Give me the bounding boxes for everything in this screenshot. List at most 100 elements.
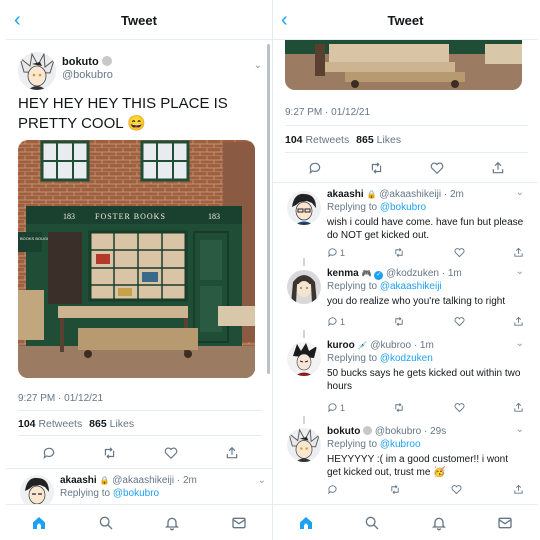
retweet-label[interactable]: Retweets bbox=[305, 134, 349, 146]
tweet-text: HEY HEY HEY THIS PLACE IS PRETTY COOL 😄 bbox=[18, 95, 228, 132]
retweet-count[interactable]: 104 bbox=[285, 134, 303, 146]
like-icon[interactable] bbox=[454, 402, 465, 413]
reply-author-handle[interactable]: @akaashikeiji bbox=[379, 189, 441, 200]
page-title: Tweet bbox=[387, 13, 424, 28]
reply-item[interactable]: kenma 🎮 ✓ @kodzuken · 1m Replying to @ak… bbox=[273, 258, 538, 334]
replying-to-link[interactable]: @bokubro bbox=[113, 488, 159, 499]
retweet-icon[interactable] bbox=[102, 445, 118, 461]
home-icon[interactable] bbox=[28, 512, 50, 534]
messages-icon[interactable] bbox=[494, 512, 516, 534]
reply-author-handle[interactable]: @kubroo bbox=[370, 340, 411, 351]
like-label[interactable]: Likes bbox=[110, 418, 135, 430]
thread-line bbox=[303, 416, 305, 424]
reply-author-name[interactable]: bokuto bbox=[327, 426, 360, 437]
messages-icon[interactable] bbox=[228, 512, 250, 534]
share-icon[interactable] bbox=[224, 445, 240, 461]
like-icon[interactable] bbox=[451, 484, 462, 495]
chevron-down-icon[interactable]: ⌄ bbox=[254, 60, 262, 71]
retweet-label[interactable]: Retweets bbox=[38, 418, 82, 430]
like-count[interactable]: 865 bbox=[89, 418, 107, 430]
chevron-down-icon[interactable]: ⌄ bbox=[516, 266, 524, 277]
bokuto-avatar[interactable] bbox=[287, 428, 321, 462]
replying-to-link[interactable]: @kodzuken bbox=[380, 353, 433, 364]
share-icon[interactable] bbox=[513, 402, 524, 413]
lock-icon: 🔒 bbox=[366, 190, 377, 199]
reply-author-name[interactable]: kuroo bbox=[327, 340, 355, 351]
reply-icon[interactable] bbox=[307, 160, 323, 176]
reply-time: · 2m bbox=[443, 189, 464, 200]
notifications-icon[interactable] bbox=[428, 512, 450, 534]
retweet-icon[interactable] bbox=[389, 484, 401, 495]
reply-author-name[interactable]: akaashi bbox=[327, 189, 364, 200]
notifications-icon[interactable] bbox=[161, 512, 183, 534]
reply-item[interactable]: bokuto @bokubro · 29s Replying to @kubro… bbox=[273, 416, 538, 504]
reply-icon[interactable]: 1 bbox=[327, 247, 345, 258]
left-screen: ‹ Tweet bokuto @bokubro ⌄ HEY HEY HEY TH… bbox=[6, 0, 272, 540]
reply-actions: 1 bbox=[327, 316, 524, 327]
tweet-actions bbox=[285, 156, 528, 180]
chevron-down-icon[interactable]: ⌄ bbox=[516, 424, 524, 435]
reply-icon[interactable]: 1 bbox=[327, 316, 345, 327]
scrollbar[interactable] bbox=[267, 44, 270, 374]
like-icon[interactable] bbox=[429, 160, 445, 176]
reply-preview[interactable]: akaashi 🔒 @akaashikeiji · 2m Replying to… bbox=[6, 468, 272, 509]
bottom-tab-bar bbox=[273, 504, 538, 540]
kuroo-avatar[interactable] bbox=[287, 342, 321, 376]
like-count[interactable]: 865 bbox=[356, 134, 374, 146]
like-icon[interactable] bbox=[163, 445, 179, 461]
akaashi-avatar[interactable] bbox=[287, 191, 321, 225]
thread-line bbox=[303, 258, 305, 266]
reply-count: 1 bbox=[340, 247, 346, 258]
reply-author-name[interactable]: akaashi bbox=[60, 475, 97, 486]
like-icon[interactable] bbox=[454, 247, 465, 258]
reply-author-name[interactable]: kenma bbox=[327, 268, 359, 279]
replying-to-link[interactable]: @akaashikeiji bbox=[380, 281, 442, 292]
reply-item[interactable]: kuroo 💉 @kubroo · 1m Replying to @kodzuk… bbox=[273, 330, 538, 420]
reply-icon[interactable] bbox=[327, 484, 338, 495]
replying-to-link[interactable]: @kubroo bbox=[380, 439, 421, 450]
replying-label: Replying to bbox=[327, 439, 378, 450]
reply-author-handle[interactable]: @kodzuken bbox=[386, 268, 439, 279]
top-bar: ‹ Tweet bbox=[273, 0, 538, 40]
retweet-count[interactable]: 104 bbox=[18, 418, 36, 430]
search-icon[interactable] bbox=[361, 512, 383, 534]
search-icon[interactable] bbox=[95, 512, 117, 534]
like-icon[interactable] bbox=[454, 316, 465, 327]
retweet-icon[interactable] bbox=[393, 316, 405, 327]
tweet-photo-cropped[interactable] bbox=[285, 40, 522, 90]
reply-icon[interactable]: 1 bbox=[327, 402, 345, 413]
chevron-down-icon[interactable]: ⌄ bbox=[516, 187, 524, 198]
kenma-avatar[interactable] bbox=[287, 270, 321, 304]
chevron-down-icon[interactable]: ⌄ bbox=[258, 475, 266, 486]
reply-item[interactable]: akaashi 🔒 @akaashikeiji · 2m Replying to… bbox=[273, 182, 538, 262]
tweet-timestamp: 9:27 PM · 01/12/21 bbox=[18, 393, 104, 404]
like-label[interactable]: Likes bbox=[377, 134, 402, 146]
retweet-icon[interactable] bbox=[393, 402, 405, 413]
author-name[interactable]: bokuto bbox=[62, 56, 99, 68]
shop-sign: FOSTER BOOKS bbox=[95, 212, 166, 221]
reply-author-handle[interactable]: @akaashikeiji bbox=[112, 475, 174, 486]
home-icon[interactable] bbox=[295, 512, 317, 534]
replying-to-link[interactable]: @bokubro bbox=[380, 202, 426, 213]
bokuto-avatar[interactable] bbox=[18, 52, 56, 90]
verified-icon: ✓ bbox=[374, 271, 384, 280]
retweet-icon[interactable] bbox=[393, 247, 405, 258]
share-icon[interactable] bbox=[490, 160, 506, 176]
replying-label: Replying to bbox=[327, 353, 378, 364]
share-icon[interactable] bbox=[513, 484, 524, 495]
right-screen: ‹ Tweet 9:27 PM · 01/12/21 104 Retweets … bbox=[272, 0, 538, 540]
share-icon[interactable] bbox=[513, 247, 524, 258]
syringe-icon: 💉 bbox=[357, 341, 368, 350]
author-handle[interactable]: @bokubro bbox=[62, 69, 113, 81]
reply-author-handle[interactable]: @bokubro bbox=[375, 426, 421, 437]
retweet-icon[interactable] bbox=[368, 160, 384, 176]
lock-icon: 🔒 bbox=[99, 476, 110, 485]
reply-icon[interactable] bbox=[41, 445, 57, 461]
tweet-photo[interactable]: 183 FOSTER BOOKS 183 BOOKS BOUGHT & SOLD bbox=[18, 140, 255, 378]
tweet-timestamp: 9:27 PM · 01/12/21 bbox=[285, 107, 371, 118]
bottom-tab-bar bbox=[6, 504, 272, 540]
shop-number-right: 183 bbox=[208, 212, 220, 221]
reply-actions: 1 bbox=[327, 402, 524, 413]
chevron-down-icon[interactable]: ⌄ bbox=[516, 338, 524, 349]
share-icon[interactable] bbox=[513, 316, 524, 327]
